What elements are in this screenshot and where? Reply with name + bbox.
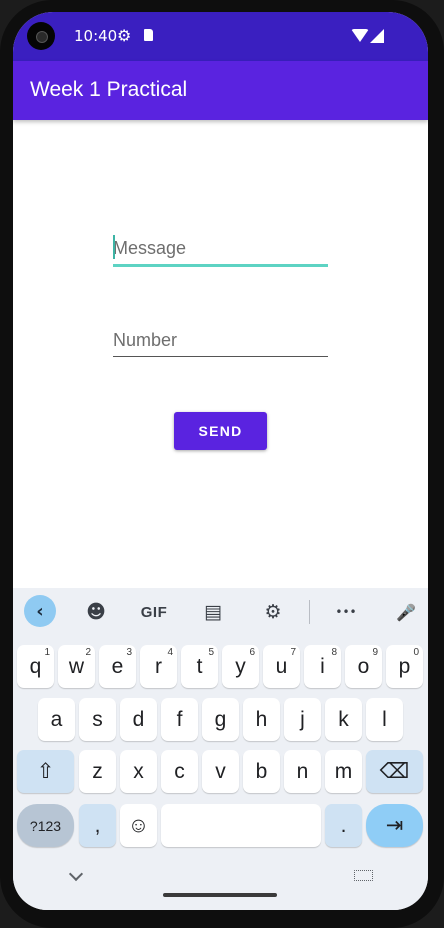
status-clock: 10:40	[74, 27, 118, 45]
emoji-key[interactable]: ☺	[120, 804, 157, 847]
clipboard-icon: ▤	[204, 601, 222, 623]
backspace-icon: ⌫	[379, 760, 410, 783]
soft-keyboard: ‹ ☻ GIF ▤ ⚙ ••• 🎤 q 1 w 2 e 3 r 4 t 5 y …	[13, 588, 428, 910]
key-h[interactable]: h	[243, 698, 280, 741]
key-j[interactable]: j	[284, 698, 321, 741]
key-p[interactable]: p0	[386, 645, 423, 688]
key-c[interactable]: c	[161, 750, 198, 793]
key-hint: 4	[167, 647, 173, 658]
key-label: i	[320, 654, 325, 678]
key-t[interactable]: t5	[181, 645, 218, 688]
sticker-icon: ☻	[86, 601, 106, 623]
key-l[interactable]: l	[366, 698, 403, 741]
key-hint: 1	[44, 647, 50, 658]
key-hint: 2	[85, 647, 91, 658]
key-q[interactable]: q1	[17, 645, 54, 688]
key-hint: 0	[413, 647, 419, 658]
message-input[interactable]	[113, 232, 328, 267]
shift-key[interactable]: ⇧	[17, 750, 74, 793]
key-label: w	[68, 654, 85, 678]
key-label: p	[398, 654, 411, 678]
key-hint: 7	[290, 647, 296, 658]
key-label: o	[357, 654, 370, 678]
keyboard-switch-icon[interactable]	[354, 870, 373, 881]
next-field-icon: ⇥	[385, 814, 404, 837]
key-hint: 5	[208, 647, 214, 658]
enter-key[interactable]: ⇥	[366, 804, 423, 847]
key-k[interactable]: k	[325, 698, 362, 741]
app-bar: Week 1 Practical	[13, 61, 428, 120]
settings-button[interactable]: ⚙	[258, 595, 288, 629]
phone-frame: 10:40 ⚙ Week 1 Practical SEND ‹ ☻ GIF	[0, 0, 444, 928]
more-button[interactable]: •••	[331, 595, 361, 629]
emoji-icon: ☺	[127, 813, 150, 837]
sticker-button[interactable]: ☻	[81, 595, 111, 629]
hide-keyboard-icon[interactable]	[68, 866, 84, 882]
shift-icon: ⇧	[36, 760, 55, 783]
voice-input-button[interactable]: 🎤	[393, 595, 419, 629]
symbols-key[interactable]: ?123	[17, 804, 74, 847]
front-camera	[27, 22, 55, 50]
screen: 10:40 ⚙ Week 1 Practical SEND ‹ ☻ GIF	[13, 12, 428, 910]
key-b[interactable]: b	[243, 750, 280, 793]
number-input[interactable]	[113, 324, 328, 357]
clipboard-button[interactable]: ▤	[199, 595, 227, 629]
key-hint: 9	[372, 647, 378, 658]
space-key[interactable]	[161, 804, 321, 847]
gear-icon: ⚙	[264, 601, 282, 623]
key-label: r	[155, 654, 162, 678]
text-cursor	[113, 235, 115, 259]
keyboard-back-button[interactable]: ‹	[24, 595, 56, 627]
key-z[interactable]: z	[79, 750, 116, 793]
chevron-left-icon: ‹	[36, 600, 44, 622]
key-a[interactable]: a	[38, 698, 75, 741]
signal-icon	[370, 29, 384, 43]
toolbar-divider	[309, 600, 310, 624]
gif-button[interactable]: GIF	[137, 595, 171, 629]
key-label: y	[235, 654, 246, 678]
key-y[interactable]: y6	[222, 645, 259, 688]
backspace-key[interactable]: ⌫	[366, 750, 423, 793]
app-title: Week 1 Practical	[30, 78, 188, 101]
key-g[interactable]: g	[202, 698, 239, 741]
key-hint: 8	[331, 647, 337, 658]
sd-card-icon	[144, 29, 153, 41]
microphone-icon: 🎤	[396, 602, 416, 622]
comma-key[interactable]: ,	[79, 804, 116, 847]
key-label: u	[275, 654, 288, 678]
status-bar: 10:40 ⚙	[13, 12, 428, 61]
key-u[interactable]: u7	[263, 645, 300, 688]
navigation-bar	[13, 858, 428, 910]
gif-label: GIF	[140, 603, 168, 621]
key-m[interactable]: m	[325, 750, 362, 793]
key-hint: 6	[249, 647, 255, 658]
wifi-icon	[351, 29, 369, 42]
gear-icon: ⚙	[117, 26, 132, 45]
key-v[interactable]: v	[202, 750, 239, 793]
period-key[interactable]: .	[325, 804, 362, 847]
more-icon: •••	[335, 605, 357, 619]
key-d[interactable]: d	[120, 698, 157, 741]
home-gesture-bar[interactable]	[163, 893, 277, 897]
key-e[interactable]: e3	[99, 645, 136, 688]
keyboard-toolbar: ‹ ☻ GIF ▤ ⚙ ••• 🎤	[13, 588, 428, 636]
key-label: q	[29, 654, 42, 678]
key-o[interactable]: o9	[345, 645, 382, 688]
key-r[interactable]: r4	[140, 645, 177, 688]
key-i[interactable]: i8	[304, 645, 341, 688]
key-x[interactable]: x	[120, 750, 157, 793]
key-f[interactable]: f	[161, 698, 198, 741]
key-w[interactable]: w2	[58, 645, 95, 688]
key-label: e	[111, 654, 124, 678]
key-s[interactable]: s	[79, 698, 116, 741]
key-hint: 3	[126, 647, 132, 658]
key-n[interactable]: n	[284, 750, 321, 793]
send-button[interactable]: SEND	[174, 412, 267, 450]
key-label: t	[196, 654, 203, 678]
